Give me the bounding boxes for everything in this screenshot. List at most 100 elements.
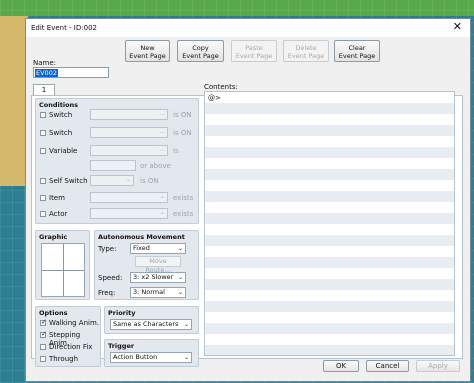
ok-button[interactable]: OK: [323, 360, 359, 372]
chevron-down-icon: ⌄: [177, 245, 183, 252]
item-label: Item: [49, 194, 65, 202]
item-select: ⌄: [90, 192, 168, 203]
ellipsis: ...: [159, 146, 165, 153]
variable-field: ...: [90, 145, 168, 156]
btn-line: Event Page: [287, 52, 325, 60]
graphic-divider-h: [42, 270, 84, 271]
priority-select[interactable]: Same as Characters ⌄: [110, 319, 192, 330]
trigger-value: Action Button: [113, 353, 158, 361]
name-value: EV002: [35, 69, 58, 77]
chevron-down-icon: ⌄: [177, 289, 183, 296]
type-value: Fixed: [133, 244, 150, 252]
switch2-suffix: is ON: [173, 129, 192, 137]
priority-group: Priority Same as Characters ⌄: [104, 306, 199, 334]
conditions-group: Conditions Switch ... is ON Switch ... i…: [35, 98, 199, 224]
variable-suffix: is: [173, 147, 179, 155]
conditions-title: Conditions: [39, 101, 79, 109]
direction-fix-label: Direction Fix: [49, 343, 93, 351]
switch1-checkbox[interactable]: [40, 112, 46, 118]
speed-value: 3: x2 Slower: [133, 273, 174, 281]
walking-anim-checkbox[interactable]: [40, 318, 47, 326]
type-select[interactable]: Fixed ⌄: [130, 243, 186, 254]
through-checkbox[interactable]: [40, 356, 46, 362]
options-group: Options Walking Anim. Stepping Anim. Dir…: [35, 306, 101, 367]
variable-label: Variable: [49, 147, 78, 155]
item-suffix: exists: [173, 194, 194, 202]
trigger-select[interactable]: Action Button ⌄: [110, 352, 192, 363]
name-label: Name:: [33, 59, 57, 67]
btn-line: Clear: [348, 44, 366, 52]
switch1-suffix: is ON: [173, 111, 192, 119]
actor-label: Actor: [49, 210, 68, 218]
options-title: Options: [39, 309, 68, 317]
actor-suffix: exists: [173, 210, 194, 218]
chevron-down-icon: ⌄: [159, 209, 165, 216]
speed-select[interactable]: 3: x2 Slower ⌄: [130, 272, 186, 283]
ellipsis: ...: [159, 128, 165, 135]
edit-event-dialog: Edit Event - ID:002 ✕ Name: EV002 New Eve…: [25, 18, 471, 382]
btn-line: Paste: [245, 44, 263, 52]
btn-line: Delete: [295, 44, 317, 52]
chevron-down-icon: ⌄: [125, 176, 131, 183]
copy-event-page-button[interactable]: Copy Event Page: [177, 40, 224, 62]
btn-line: Copy: [192, 44, 209, 52]
actor-select: ⌄: [90, 208, 168, 219]
switch2-label: Switch: [49, 129, 73, 137]
chevron-down-icon: ⌄: [183, 321, 189, 328]
move-route-button[interactable]: Move Route...: [135, 256, 181, 274]
chevron-down-icon: ⌄: [177, 274, 183, 281]
speed-label: Speed:: [98, 274, 123, 282]
contents-label: Contents:: [204, 83, 238, 91]
name-input[interactable]: EV002: [33, 67, 109, 78]
graphic-title: Graphic: [39, 233, 68, 241]
delete-event-page-button[interactable]: Delete Event Page: [283, 40, 329, 62]
switch1-label: Switch: [49, 111, 73, 119]
self-switch-label: Self Switch: [49, 177, 88, 185]
clear-event-page-button[interactable]: Clear Event Page: [334, 40, 380, 62]
freq-select[interactable]: 3: Normal ⌄: [130, 287, 186, 298]
self-switch-select: ⌄: [90, 175, 134, 186]
new-event-page-button[interactable]: New Event Page: [125, 40, 170, 62]
title-bar: Edit Event - ID:002 ✕: [26, 19, 470, 37]
variable-checkbox[interactable]: [40, 148, 46, 154]
apply-button[interactable]: Apply: [416, 360, 460, 372]
self-switch-checkbox[interactable]: [40, 178, 46, 184]
freq-value: 3: Normal: [133, 288, 165, 296]
priority-title: Priority: [108, 309, 136, 317]
chevron-down-icon: ⌄: [159, 193, 165, 200]
walking-anim-label: Walking Anim.: [49, 319, 100, 327]
trigger-group: Trigger Action Button ⌄: [104, 339, 199, 367]
window-title: Edit Event - ID:002: [31, 24, 97, 32]
cancel-button[interactable]: Cancel: [366, 360, 409, 372]
self-switch-suffix: is ON: [140, 177, 159, 185]
btn-line: Event Page: [182, 52, 219, 60]
btn-line: Event Page: [129, 52, 166, 60]
direction-fix-checkbox[interactable]: [40, 344, 46, 350]
switch1-field: ...: [90, 109, 168, 120]
map-tiles-strip: [0, 16, 28, 186]
autonomous-title: Autonomous Movement: [98, 233, 185, 241]
btn-line: Event Page: [235, 52, 273, 60]
paste-event-page-button[interactable]: Paste Event Page: [231, 40, 277, 62]
stepping-anim-checkbox[interactable]: [40, 330, 47, 338]
variable-value-suffix: or above: [140, 162, 171, 170]
close-icon[interactable]: ✕: [453, 21, 462, 33]
graphic-image-picker[interactable]: [41, 243, 85, 297]
chevron-down-icon: ⌄: [183, 354, 189, 361]
switch2-checkbox[interactable]: [40, 130, 46, 136]
ellipsis: ...: [159, 110, 165, 117]
freq-label: Freq:: [98, 289, 116, 297]
actor-checkbox[interactable]: [40, 211, 46, 217]
trigger-title: Trigger: [108, 342, 135, 350]
switch2-field: ...: [90, 127, 168, 138]
btn-line: New: [140, 44, 155, 52]
variable-value-field: [90, 160, 136, 171]
through-label: Through: [49, 355, 79, 363]
item-checkbox[interactable]: [40, 195, 46, 201]
graphic-group: Graphic: [35, 230, 90, 300]
btn-line: Event Page: [338, 52, 376, 60]
type-label: Type:: [98, 245, 117, 253]
event-commands-list[interactable]: @>: [204, 91, 455, 356]
priority-value: Same as Characters: [113, 320, 179, 328]
command-line[interactable]: @>: [208, 94, 221, 102]
